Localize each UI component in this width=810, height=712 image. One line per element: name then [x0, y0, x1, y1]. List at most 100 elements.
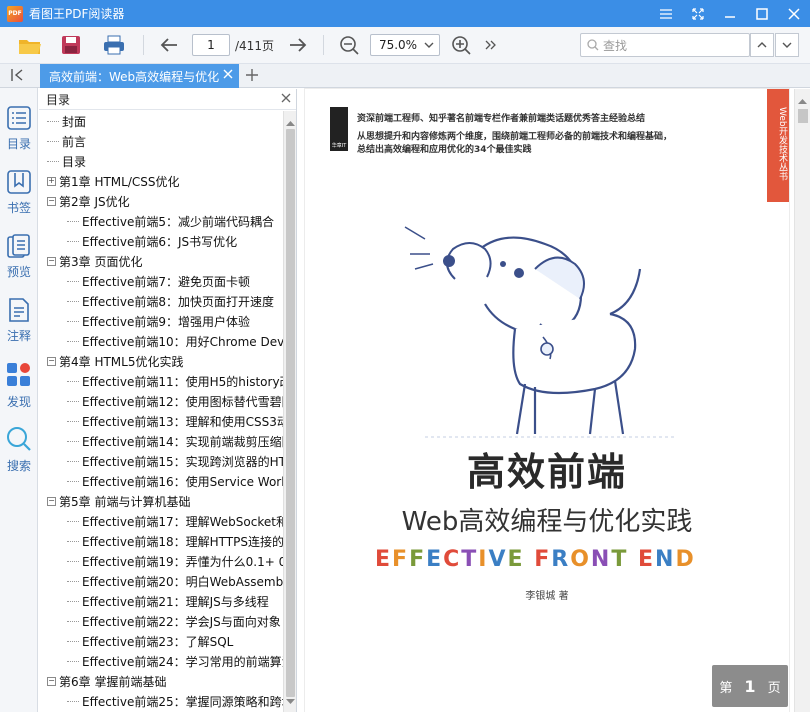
toc-entry[interactable]: Effective前端18：理解HTTPS连接的前几毫秒发生了什么	[67, 531, 283, 551]
title-bar: PDF 看图王PDF阅读器	[0, 0, 810, 27]
rail-item-label: 预览	[6, 265, 31, 279]
toc-chapter[interactable]: 前言	[47, 131, 86, 151]
tab-close-icon[interactable]	[223, 68, 233, 82]
toc-entry[interactable]: Effective前端7：避免页面卡顿	[67, 271, 250, 291]
toc-entry[interactable]: Effective前端6：JS书写优化	[67, 231, 237, 251]
rail-item-preview[interactable]: 预览	[0, 234, 38, 280]
tree-connector	[67, 660, 79, 662]
toc-chapter[interactable]: − 第5章 前端与计算机基础	[47, 491, 190, 511]
collapse-icon[interactable]: −	[47, 196, 56, 206]
toc-entry[interactable]: Effective前端9：增强用户体验	[67, 311, 250, 331]
toc-item-label: 第4章 HTML5优化实践	[59, 354, 184, 369]
toc-item-label: Effective前端12：使用图标替代雪碧图	[82, 394, 283, 409]
fullscreen-icon[interactable]	[682, 0, 714, 27]
document-viewer[interactable]: 华章IT 资深前端工程师、知乎著名前端专栏作者兼前端类话题优秀答主经验总结 从思…	[297, 89, 810, 712]
toc-entry[interactable]: Effective前端16：使用Service Worker做一个PWA离线网页…	[67, 471, 283, 491]
toc-entry[interactable]: Effective前端19：弄懂为什么0.1+ 0.2不等于0.3	[67, 551, 283, 571]
maximize-button[interactable]	[746, 0, 778, 27]
rail-item-toc[interactable]: 目录	[0, 106, 38, 152]
scroll-up-arrow[interactable]	[286, 115, 295, 129]
search-prev-button[interactable]	[750, 33, 774, 57]
toc-chapter[interactable]: + 第1章 HTML/CSS优化	[47, 171, 180, 191]
search-next-button[interactable]	[775, 33, 799, 57]
prev-page-icon[interactable]	[154, 30, 184, 60]
title-en-letter: O	[570, 547, 591, 572]
title-en-letter: C	[443, 547, 462, 572]
toc-scroll-thumb[interactable]	[286, 129, 295, 697]
tree-connector	[67, 640, 79, 642]
toc-entry[interactable]: Effective前端12：使用图标替代雪碧图	[67, 391, 283, 411]
rail-item-annotation[interactable]: 注释	[0, 298, 38, 344]
preview-icon	[7, 234, 31, 261]
page-number-input[interactable]: 1	[192, 34, 230, 56]
tree-connector	[67, 600, 79, 602]
book-title: 高效前端	[466, 450, 627, 494]
more-tools-icon[interactable]	[476, 30, 506, 60]
toc-entry[interactable]: Effective前端15：实现跨浏览器的HTML5表单验证	[67, 451, 283, 471]
toc-item-label: Effective前端7：避免页面卡顿	[82, 274, 250, 289]
toc-chapter[interactable]: 封面	[47, 111, 86, 131]
close-icon[interactable]	[281, 92, 291, 106]
rail-item-search[interactable]: 搜索	[0, 426, 38, 474]
rail-item-bookmark[interactable]: 书签	[0, 170, 38, 216]
toolbar: 1 /411页 75.0% 查找	[0, 27, 810, 64]
tree-connector	[67, 300, 79, 302]
toc-entry[interactable]: Effective前端11：使用H5的history改善ajax列表请求体验	[67, 371, 283, 391]
toc-entry[interactable]: Effective前端13：理解和使用CSS3动画	[67, 411, 283, 431]
toc-entry[interactable]: Effective前端25：掌握同源策略和跨域	[67, 691, 283, 711]
page-indicator-prefix: 第	[719, 680, 733, 696]
document-scroll-thumb[interactable]	[798, 109, 808, 123]
toc-chapter[interactable]: 目录	[47, 151, 86, 171]
search-input[interactable]: 查找	[580, 33, 750, 57]
zoom-out-icon[interactable]	[334, 30, 364, 60]
collapse-sidebar-icon[interactable]	[10, 68, 26, 85]
open-folder-icon[interactable]	[15, 30, 45, 60]
tree-connector	[47, 120, 59, 122]
book-author: 李银城 著	[525, 591, 569, 602]
toc-entry[interactable]: Effective前端10：用好Chrome Devtools	[67, 331, 283, 351]
toc-chapter[interactable]: − 第3章 页面优化	[47, 251, 142, 271]
app-logo-icon: PDF	[7, 5, 23, 22]
toc-entry[interactable]: Effective前端14：实现前端裁剪压缩图片	[67, 431, 283, 451]
close-button[interactable]	[778, 0, 810, 27]
toc-chapter[interactable]: − 第6章 掌握前端基础	[47, 671, 166, 691]
zoom-in-icon[interactable]	[446, 30, 476, 60]
toc-entry[interactable]: Effective前端17：理解WebSocket和TCP/IP	[67, 511, 283, 531]
title-en-letter: N	[590, 547, 612, 572]
document-scrollbar[interactable]	[794, 89, 810, 712]
rail-item-discover[interactable]: 发现	[0, 362, 38, 410]
toc-entry[interactable]: Effective前端23：了解SQL	[67, 631, 233, 651]
collapse-icon[interactable]: −	[47, 256, 56, 266]
toc-entry[interactable]: Effective前端20：明白WebAssembly与程序编译	[67, 571, 283, 591]
scroll-down-arrow[interactable]	[286, 694, 295, 708]
toc-item-label: Effective前端19：弄懂为什么0.1+ 0.2不等于0.3	[82, 554, 283, 569]
title-en-letter: E	[638, 547, 656, 572]
next-page-icon[interactable]	[283, 30, 313, 60]
toc-chapter[interactable]: − 第2章 JS优化	[47, 191, 130, 211]
zoom-select[interactable]: 75.0%	[369, 34, 440, 56]
toc-entry[interactable]: Effective前端21：理解JS与多线程	[67, 591, 269, 611]
toc-entry[interactable]: Effective前端5：减少前端代码耦合	[67, 211, 274, 231]
tree-connector	[67, 280, 79, 282]
cover-tagline: 资深前端工程师、知乎著名前端专栏作者兼前端类话题优秀答主经验总结	[357, 114, 646, 124]
minimize-button[interactable]	[714, 0, 746, 27]
print-icon[interactable]	[99, 30, 129, 60]
cover-tagline: 从思想提升和内容修炼两个维度，围绕前端工程师必备的前端技术和编程基础，	[357, 132, 673, 142]
toc-entry[interactable]: Effective前端24：学习常用的前端算法与数据结构	[67, 651, 283, 671]
save-icon[interactable]	[56, 30, 86, 60]
toc-entry[interactable]: Effective前端8：加快页面打开速度	[67, 291, 274, 311]
menu-icon[interactable]	[650, 0, 682, 27]
left-rail: 目录 书签 预览 注释 发现 搜索	[0, 88, 38, 712]
collapse-icon[interactable]: −	[47, 356, 56, 366]
tab-document[interactable]: 高效前端：Web高效编程与优化实践	[40, 64, 239, 88]
tree-connector	[67, 220, 79, 222]
toc-chapter[interactable]: − 第4章 HTML5优化实践	[47, 351, 183, 371]
collapse-icon[interactable]: −	[47, 676, 56, 686]
expand-icon[interactable]: +	[47, 176, 56, 186]
toc-entry[interactable]: Effective前端22：学会JS与面向对象	[67, 611, 281, 631]
toc-scrollbar[interactable]	[283, 111, 296, 712]
rail-item-label: 注释	[6, 329, 31, 343]
add-tab-icon[interactable]	[246, 66, 258, 85]
scroll-up-arrow[interactable]	[798, 93, 807, 107]
collapse-icon[interactable]: −	[47, 496, 56, 506]
